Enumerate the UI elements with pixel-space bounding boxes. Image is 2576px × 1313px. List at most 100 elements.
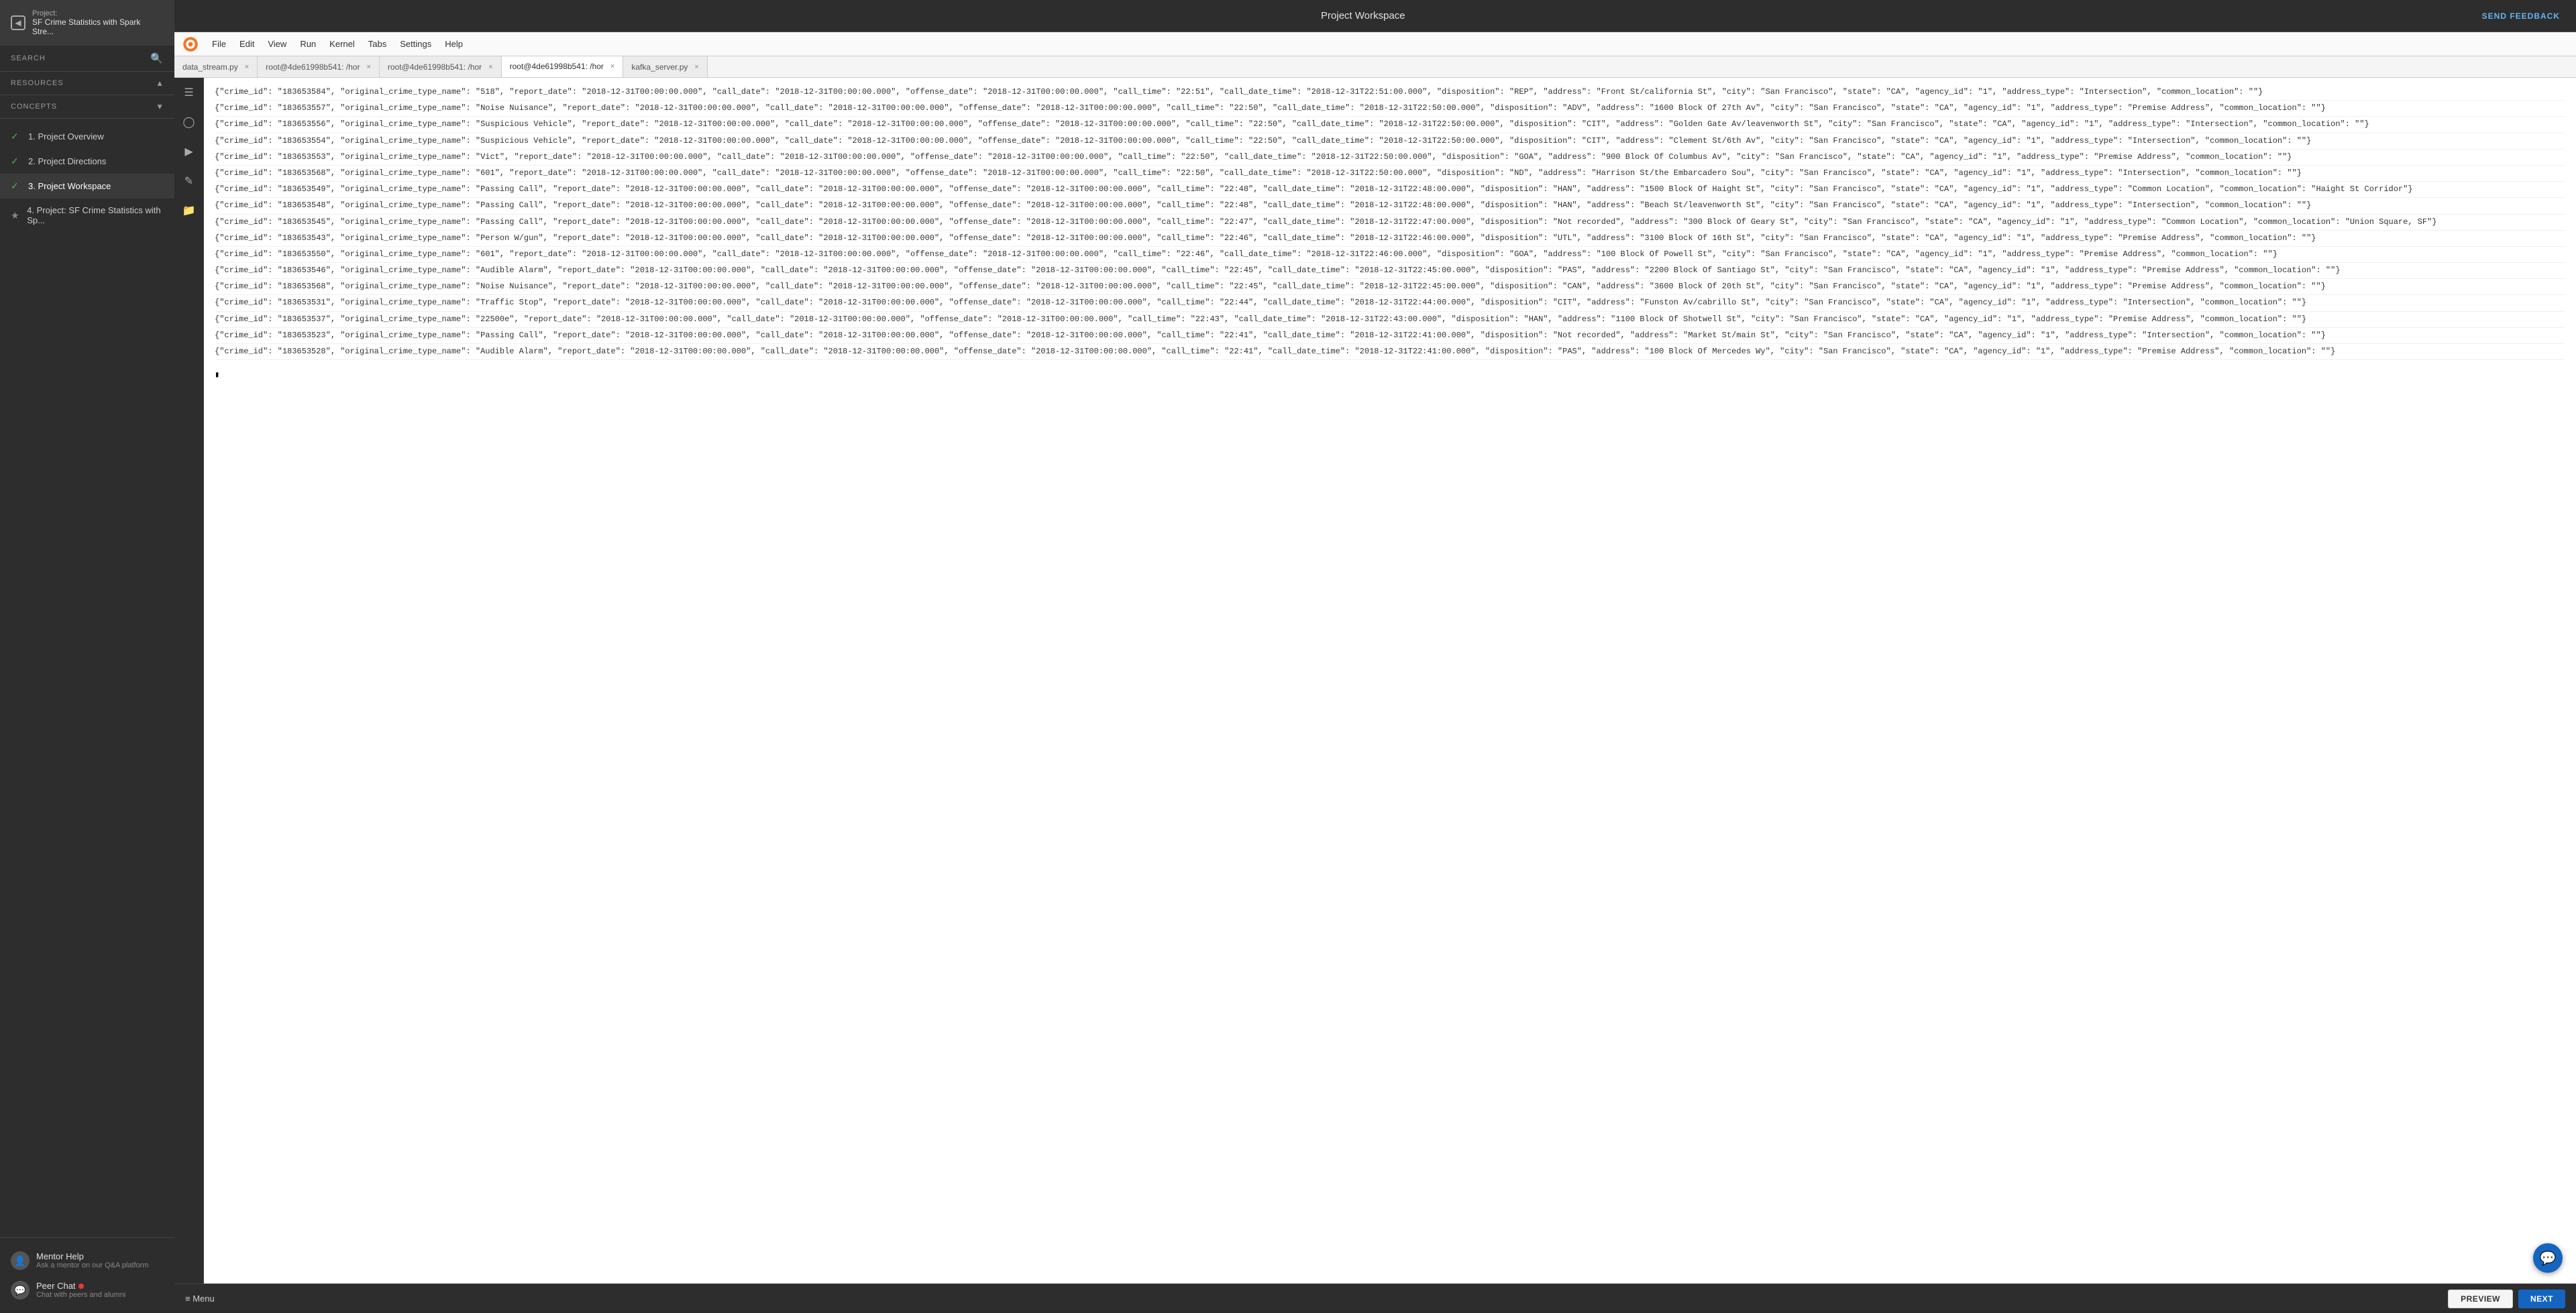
output-line: {"crime_id": "183653553", "original_crim… bbox=[215, 150, 2565, 166]
concepts-section[interactable]: CONCEPTS ▼ bbox=[0, 95, 174, 119]
tab-1-close-icon[interactable]: × bbox=[366, 63, 370, 71]
peer-chat-sub: Chat with peers and alumni bbox=[36, 1291, 125, 1299]
tab-4-close-icon[interactable]: × bbox=[694, 63, 698, 71]
cursor-indicator: ▮ bbox=[215, 370, 219, 380]
menu-run[interactable]: Run bbox=[294, 36, 321, 52]
tab-4[interactable]: kafka_server.py × bbox=[623, 56, 707, 78]
topbar-title: Project Workspace bbox=[1321, 10, 1405, 21]
output-line: {"crime_id": "183653550", "original_crim… bbox=[215, 247, 2565, 263]
sidebar-item-3[interactable]: ✓ 3. Project Workspace bbox=[0, 174, 174, 198]
mentor-help-text: Mentor Help Ask a mentor on our Q&A plat… bbox=[36, 1251, 149, 1269]
sidebar-item-4-label: 4. Project: SF Crime Statistics with Sp.… bbox=[27, 205, 164, 225]
menu-help[interactable]: Help bbox=[439, 36, 468, 52]
output-line: {"crime_id": "183653537", "original_crim… bbox=[215, 312, 2565, 328]
peer-chat-item[interactable]: 💬 Peer Chat Chat with peers and alumni bbox=[11, 1275, 164, 1305]
menu-view[interactable]: View bbox=[262, 36, 292, 52]
output-line: {"crime_id": "183653584", "original_crim… bbox=[215, 84, 2565, 101]
sidebar-item-1-icon: ✓ bbox=[11, 131, 21, 142]
nav-items: ✓1. Project Overview✓2. Project Directio… bbox=[0, 119, 174, 1237]
sidebar-item-3-icon: ✓ bbox=[11, 180, 21, 192]
back-arrow-icon[interactable]: ◀ bbox=[11, 15, 25, 30]
mentor-help-item[interactable]: 👤 Mentor Help Ask a mentor on our Q&A pl… bbox=[11, 1246, 164, 1275]
output-line: {"crime_id": "183653543", "original_crim… bbox=[215, 231, 2565, 247]
hamburger-icon[interactable]: ☰ bbox=[180, 83, 199, 102]
bottom-bar: ≡ Menu PREVIEW NEXT bbox=[174, 1283, 2576, 1313]
tab-3-close-icon[interactable]: × bbox=[610, 62, 614, 70]
output-line: {"crime_id": "183653557", "original_crim… bbox=[215, 101, 2565, 117]
resources-expand-icon[interactable]: ▲ bbox=[156, 78, 164, 88]
tab-3[interactable]: root@4de61998b541: /hor × bbox=[502, 56, 624, 78]
chat-bubble-button[interactable]: 💬 bbox=[2533, 1243, 2563, 1273]
output-line: {"crime_id": "183653523", "original_crim… bbox=[215, 328, 2565, 344]
notebook-output-area: {"crime_id": "183653584", "original_crim… bbox=[204, 78, 2576, 1283]
jupyter-logo-icon bbox=[182, 36, 199, 52]
tab-0-label: data_stream.py bbox=[182, 62, 238, 72]
tab-3-label: root@4de61998b541: /hor bbox=[510, 62, 604, 71]
sidebar-item-2[interactable]: ✓2. Project Directions bbox=[0, 149, 174, 174]
peer-online-dot bbox=[78, 1283, 84, 1289]
menu-tabs[interactable]: Tabs bbox=[363, 36, 392, 52]
output-line: {"crime_id": "183653546", "original_crim… bbox=[215, 263, 2565, 279]
sidebar-item-2-label: 2. Project Directions bbox=[28, 156, 106, 166]
menu-settings[interactable]: Settings bbox=[394, 36, 437, 52]
tab-0[interactable]: data_stream.py × bbox=[174, 56, 258, 78]
peer-chat-icon: 💬 bbox=[11, 1281, 30, 1300]
topbar: Project Workspace SEND FEEDBACK bbox=[174, 0, 2576, 32]
project-label: Project: bbox=[32, 9, 164, 17]
project-name: SF Crime Statistics with Spark Stre... bbox=[32, 17, 164, 36]
output-line: {"crime_id": "183653548", "original_crim… bbox=[215, 198, 2565, 214]
menu-edit[interactable]: Edit bbox=[234, 36, 260, 52]
mentor-help-title: Mentor Help bbox=[36, 1251, 149, 1261]
concepts-label: CONCEPTS bbox=[11, 103, 57, 111]
tab-1[interactable]: root@4de61998b541: /hor × bbox=[258, 56, 380, 78]
menu-file[interactable]: File bbox=[207, 36, 231, 52]
sidebar: ◀ Project: SF Crime Statistics with Spar… bbox=[0, 0, 174, 1313]
menu-kernel[interactable]: Kernel bbox=[324, 36, 360, 52]
preview-button[interactable]: PREVIEW bbox=[2448, 1290, 2513, 1308]
content-area: ☰ ◯ ▶ ✎ 📁 {"crime_id": "183653584", "ori… bbox=[174, 78, 2576, 1283]
output-line: {"crime_id": "183653556", "original_crim… bbox=[215, 117, 2565, 133]
search-label: SEARCH bbox=[11, 54, 46, 62]
search-icon[interactable]: 🔍 bbox=[150, 52, 164, 64]
concepts-expand-icon[interactable]: ▼ bbox=[156, 102, 164, 111]
sidebar-footer: 👤 Mentor Help Ask a mentor on our Q&A pl… bbox=[0, 1237, 174, 1313]
main-area: Project Workspace SEND FEEDBACK FileEdit… bbox=[174, 0, 2576, 1313]
sidebar-item-4-icon: ★ bbox=[11, 210, 20, 221]
jupyter-toolbar: FileEditViewRunKernelTabsSettingsHelp bbox=[174, 32, 2576, 56]
resources-section[interactable]: RESOURCES ▲ bbox=[0, 72, 174, 95]
keyboard-icon[interactable]: ✎ bbox=[180, 172, 199, 190]
tab-2[interactable]: root@4de61998b541: /hor × bbox=[380, 56, 502, 78]
menu-button[interactable]: ≡ Menu bbox=[185, 1294, 215, 1304]
tab-0-close-icon[interactable]: × bbox=[245, 63, 249, 71]
send-feedback-button[interactable]: SEND FEEDBACK bbox=[2482, 11, 2560, 21]
resources-label: RESOURCES bbox=[11, 79, 64, 87]
terminal-icon[interactable]: ▶ bbox=[180, 142, 199, 161]
output-line: {"crime_id": "183653568", "original_crim… bbox=[215, 166, 2565, 182]
tabs-bar: data_stream.py×root@4de61998b541: /hor×r… bbox=[174, 56, 2576, 78]
circle-icon[interactable]: ◯ bbox=[180, 113, 199, 131]
left-icons-panel: ☰ ◯ ▶ ✎ 📁 bbox=[174, 78, 204, 1283]
output-line: {"crime_id": "183653549", "original_crim… bbox=[215, 182, 2565, 198]
peer-chat-title: Peer Chat bbox=[36, 1281, 125, 1291]
tab-1-label: root@4de61998b541: /hor bbox=[266, 62, 360, 72]
sidebar-header[interactable]: ◀ Project: SF Crime Statistics with Spar… bbox=[0, 0, 174, 46]
output-line: {"crime_id": "183653568", "original_crim… bbox=[215, 279, 2565, 295]
output-line: {"crime_id": "183653528", "original_crim… bbox=[215, 344, 2565, 360]
search-bar[interactable]: SEARCH 🔍 bbox=[0, 46, 174, 72]
tab-2-close-icon[interactable]: × bbox=[488, 63, 492, 71]
bottom-buttons: PREVIEW NEXT bbox=[2448, 1290, 2565, 1308]
output-cell: {"crime_id": "183653584", "original_crim… bbox=[204, 78, 2576, 367]
tab-4-label: kafka_server.py bbox=[631, 62, 688, 72]
tab-2-label: root@4de61998b541: /hor bbox=[388, 62, 482, 72]
output-line: {"crime_id": "183653531", "original_crim… bbox=[215, 295, 2565, 311]
next-button[interactable]: NEXT bbox=[2518, 1290, 2565, 1308]
output-line: {"crime_id": "183653554", "original_crim… bbox=[215, 133, 2565, 150]
mentor-help-sub: Ask a mentor on our Q&A platform bbox=[36, 1261, 149, 1269]
sidebar-item-1[interactable]: ✓ 1. Project Overview bbox=[0, 124, 174, 149]
sidebar-item-4[interactable]: ★ 4. Project: SF Crime Statistics with Sp… bbox=[0, 198, 174, 232]
folder-icon[interactable]: 📁 bbox=[180, 201, 199, 220]
sidebar-item-1-label: 1. Project Overview bbox=[28, 131, 104, 141]
peer-chat-text: Peer Chat Chat with peers and alumni bbox=[36, 1281, 125, 1299]
mentor-help-icon: 👤 bbox=[11, 1251, 30, 1270]
sidebar-item-3-label: 3. Project Workspace bbox=[28, 181, 111, 191]
